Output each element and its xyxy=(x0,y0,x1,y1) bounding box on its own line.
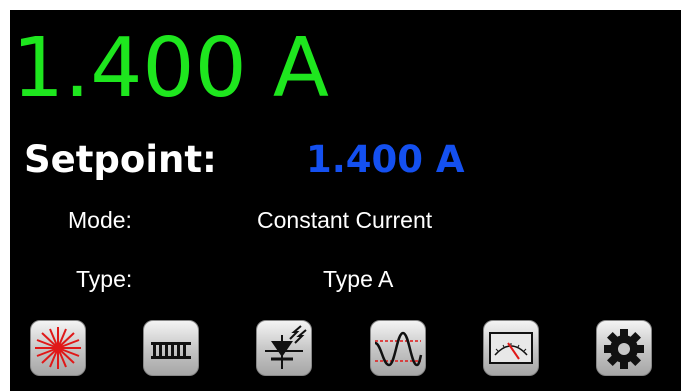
current-reading: 1.400 A xyxy=(12,21,329,116)
waveform-button[interactable] xyxy=(370,320,426,376)
laser-icon xyxy=(35,327,81,369)
strip-icon xyxy=(151,342,191,359)
photodiode-button[interactable] xyxy=(256,320,312,376)
meter-icon xyxy=(489,332,533,364)
setpoint-value[interactable]: 1.400 A xyxy=(306,138,465,182)
mode-label: Mode: xyxy=(68,207,132,233)
gear-icon xyxy=(604,329,644,369)
strip-button[interactable] xyxy=(143,320,199,376)
meter-button[interactable] xyxy=(483,320,539,376)
type-value: Type A xyxy=(323,266,394,292)
instrument-display: 1.400 A Setpoint: 1.400 A Mode: Constant… xyxy=(10,10,681,391)
photodiode-icon xyxy=(265,325,307,369)
type-label: Type: xyxy=(76,266,133,292)
setpoint-label: Setpoint: xyxy=(24,138,217,181)
mode-value: Constant Current xyxy=(257,207,433,233)
settings-button[interactable] xyxy=(596,320,652,376)
laser-button[interactable] xyxy=(30,320,86,376)
toolbar xyxy=(10,316,681,391)
waveform-icon xyxy=(374,331,423,367)
